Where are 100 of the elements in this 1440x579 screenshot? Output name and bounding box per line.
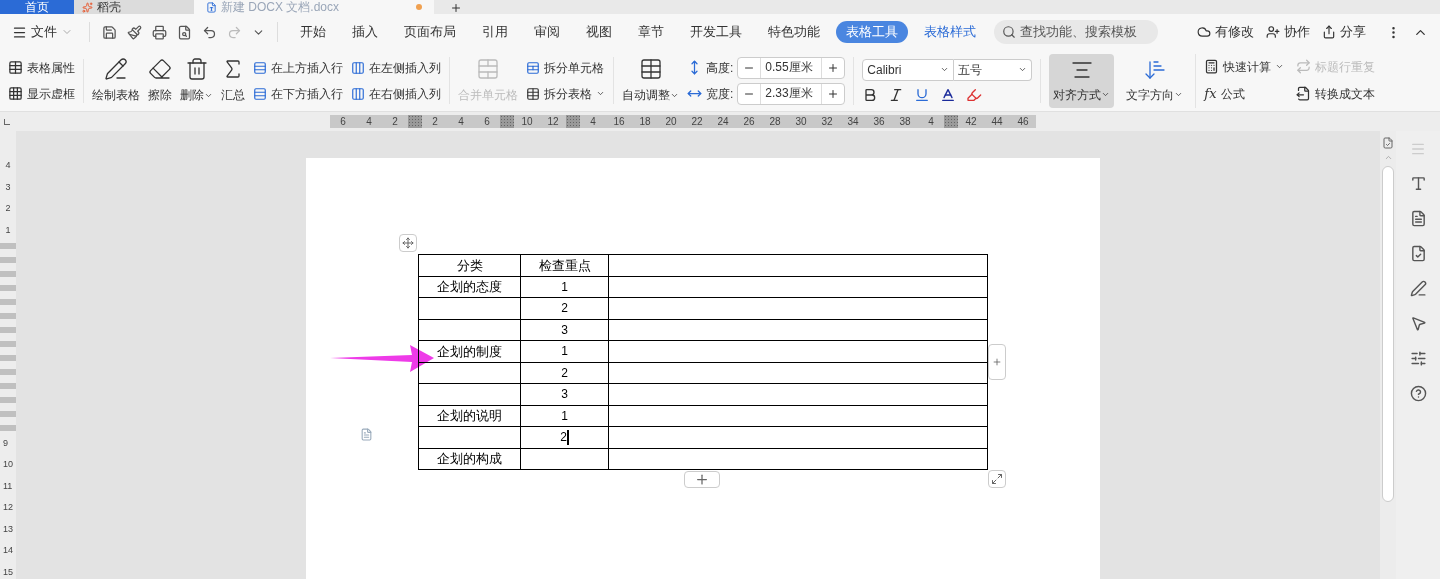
ribbon-tab[interactable]: 表格工具 (836, 21, 908, 43)
cloud-icon (1197, 25, 1211, 39)
toolbar-action[interactable]: 有修改 (1197, 22, 1254, 42)
ribbon-button[interactable]: 在下方插入行 (253, 84, 343, 103)
ribbon-tab[interactable]: 视图 (576, 21, 622, 43)
share-icon (1322, 25, 1336, 39)
pen-icon[interactable] (1409, 280, 1427, 297)
menu-icon (12, 24, 27, 40)
ruler-marker-icon[interactable] (944, 115, 958, 128)
ribbon-button[interactable]: 显示虚框 (8, 84, 75, 103)
align-button[interactable]: 对齐方式 (1049, 53, 1115, 108)
ribbon-tab[interactable]: 表格样式 (914, 21, 986, 43)
plus-icon[interactable] (827, 61, 840, 74)
ribbon-tab[interactable]: 插入 (342, 21, 388, 43)
table-cell: 2 (520, 426, 609, 448)
new-tab-icon[interactable] (450, 2, 462, 14)
column-icon (351, 86, 365, 101)
row-icon (253, 60, 267, 75)
split-cells-icon (526, 60, 540, 75)
ruler-marker-icon[interactable] (566, 115, 580, 128)
split-table-icon (526, 86, 540, 101)
toolbar-action[interactable]: 分享 (1322, 22, 1366, 42)
ribbon-large-button[interactable]: 汇总 (221, 57, 245, 104)
table-cell: 1 (520, 405, 609, 427)
add-row-icon[interactable] (684, 471, 720, 488)
ruler-number: 14 (3, 544, 13, 557)
caret-icon (1018, 65, 1028, 74)
document-icon[interactable] (1409, 210, 1427, 227)
ruler-marker-icon[interactable] (500, 115, 514, 128)
pointer-icon[interactable] (1409, 315, 1427, 332)
table-cell: 1 (520, 340, 609, 362)
page-icon[interactable] (1382, 137, 1394, 149)
document-check-icon[interactable] (1409, 245, 1427, 262)
resize-handle-icon[interactable] (988, 470, 1006, 488)
settings-icon[interactable] (1409, 350, 1427, 367)
ruler-number: 46 (1016, 115, 1030, 129)
toolbar-action[interactable]: 协作 (1266, 22, 1310, 42)
ribbon-tab[interactable]: 开始 (290, 21, 336, 43)
size-spinner[interactable]: 2.33厘米 (737, 82, 846, 105)
ruler-number: 15 (3, 565, 13, 579)
ribbon-large-button[interactable]: 自动调整 (622, 57, 679, 104)
draw-icon (104, 57, 128, 81)
ribbon-tab[interactable]: 特色功能 (758, 21, 830, 43)
ruler-number: 32 (820, 115, 834, 129)
document-tab[interactable]: 稻壳 (74, 0, 194, 14)
ruler-number: 6 (339, 115, 347, 129)
font-name-select[interactable]: Calibri (862, 58, 955, 81)
ribbon-tab[interactable]: 审阅 (524, 21, 570, 43)
table-move-handle-icon[interactable] (399, 234, 417, 252)
table-cell: 企划的态度 (418, 276, 521, 298)
ruler-number: 4 (589, 115, 597, 129)
ribbon-button[interactable]: fx 公式 (1204, 83, 1285, 104)
ruler-number: 4 (457, 115, 465, 129)
printer-icon[interactable] (152, 24, 167, 40)
repeat-icon (1296, 59, 1312, 75)
ruler-marker-icon[interactable] (408, 115, 422, 128)
column-icon (351, 60, 365, 75)
font-color-icon[interactable] (940, 86, 957, 103)
table-cell: 1 (520, 276, 609, 298)
ribbon-large-button[interactable]: 文字方向 (1122, 57, 1188, 104)
document-tab[interactable]: 首页 (0, 0, 74, 14)
ribbon-button[interactable]: 在上方插入行 (253, 58, 343, 77)
table-cell: 分类 (418, 254, 521, 276)
underline-icon[interactable] (914, 86, 931, 103)
ribbon-tab[interactable]: 引用 (472, 21, 518, 43)
font-size-select[interactable]: 五号 (954, 58, 1033, 81)
field-label: 高度: (706, 59, 734, 77)
brush-icon[interactable] (127, 24, 142, 40)
highlighter-icon[interactable] (966, 86, 983, 103)
table-cell: 3 (520, 319, 609, 341)
ribbon-button[interactable]: 表格属性 (8, 58, 75, 77)
file-menu-button[interactable]: 文件 (12, 22, 85, 42)
ruler-number: 3 (5, 180, 11, 194)
ribbon-button[interactable]: 拆分单元格 (526, 58, 605, 77)
plus-icon[interactable] (827, 87, 840, 100)
tab-stop-icon[interactable] (4, 118, 10, 125)
ribbon-button[interactable]: 转换成文本 (1296, 83, 1377, 104)
app-logo-icon (82, 1, 93, 13)
ribbon-tab[interactable]: 开发工具 (680, 21, 752, 43)
table-icon (638, 57, 663, 81)
ribbon-button[interactable]: 在右侧插入列 (351, 84, 441, 103)
function-icon: fx (1204, 83, 1217, 104)
ribbon-button[interactable]: 拆分表格 (526, 84, 605, 103)
drag-handle-icon[interactable] (1410, 141, 1426, 157)
ribbon-large-button[interactable]: 擦除 (148, 57, 172, 104)
undo-icon[interactable] (202, 24, 217, 40)
ribbon-large-button[interactable]: 绘制表格 (92, 57, 140, 104)
preview-icon[interactable] (177, 24, 192, 40)
size-spinner[interactable]: 0.55厘米 (737, 56, 846, 79)
ribbon-tab[interactable]: 章节 (628, 21, 674, 43)
help-icon[interactable] (1409, 385, 1427, 402)
text-icon[interactable] (1409, 175, 1427, 192)
ribbon-large-button[interactable]: 删除 (180, 57, 213, 104)
scrollbar-thumb[interactable] (1382, 166, 1394, 502)
ribbon-tab[interactable]: 页面布局 (394, 21, 466, 43)
search-field[interactable]: 查找功能、搜索模板 (994, 20, 1158, 44)
ribbon-button[interactable]: 快速计算 (1204, 57, 1285, 76)
save-icon[interactable] (102, 24, 117, 40)
ribbon-button[interactable]: 在左侧插入列 (351, 58, 441, 77)
ruler-number: 2 (431, 115, 439, 129)
